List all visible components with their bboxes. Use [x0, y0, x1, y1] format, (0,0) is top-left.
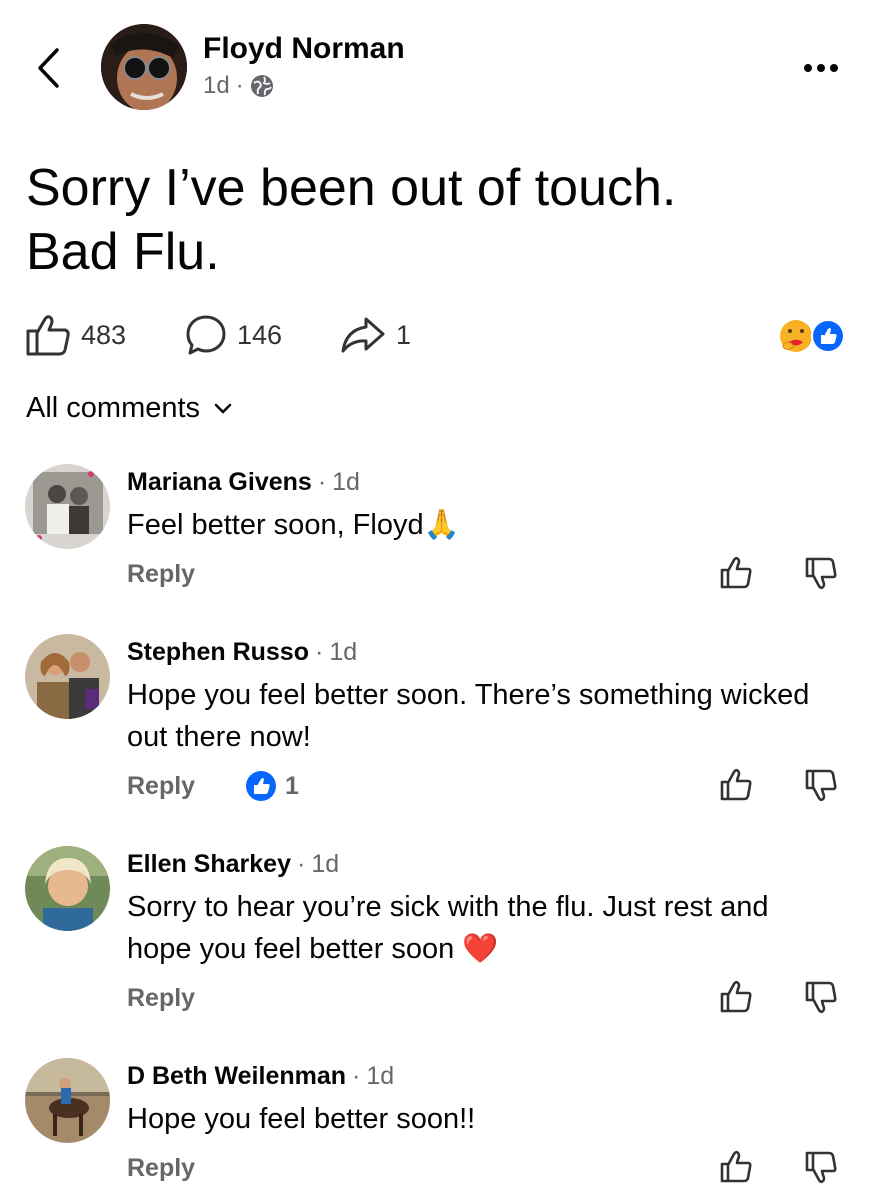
- comment-separator: ·: [296, 850, 306, 878]
- commenter-name[interactable]: Ellen Sharkey: [127, 850, 291, 879]
- avatar[interactable]: [25, 846, 110, 931]
- like-count: 483: [81, 319, 127, 350]
- post-time: 1d: [203, 72, 230, 99]
- comment-button[interactable]: 146: [185, 308, 282, 362]
- post-text-line-2: Bad Flu.: [26, 223, 220, 281]
- comment-separator: ·: [317, 468, 327, 496]
- post-action-bar: 483 146 1: [0, 308, 871, 362]
- speech-bubble-icon: [186, 315, 226, 355]
- comment-text: Hope you feel better soon. There’s somet…: [127, 679, 810, 753]
- author-avatar[interactable]: [101, 24, 187, 110]
- comment-like-count: 1: [285, 771, 299, 800]
- chevron-left-icon: [38, 48, 59, 88]
- commenter-name[interactable]: Mariana Givens: [127, 468, 312, 497]
- reply-button[interactable]: Reply: [127, 560, 195, 589]
- chevron-down-icon: [214, 403, 232, 414]
- praying-hands-emoji: 🙏: [423, 509, 460, 541]
- reply-button[interactable]: Reply: [127, 984, 195, 1013]
- thumbs-down-icon[interactable]: [804, 1150, 838, 1184]
- post-text-line-1: Sorry I’ve been out of touch.: [26, 159, 677, 217]
- commenter-name[interactable]: D Beth Weilenman: [127, 1062, 346, 1091]
- share-arrow-icon: [341, 317, 385, 353]
- thumbs-up-icon[interactable]: [719, 1150, 753, 1184]
- like-reaction-icon: [811, 319, 845, 353]
- thumbs-up-outline-icon: [26, 315, 70, 356]
- post-meta: 1d ·: [203, 72, 274, 100]
- reactions-summary[interactable]: [778, 318, 848, 354]
- comment-reactions[interactable]: 1: [245, 770, 299, 802]
- thumbs-down-icon[interactable]: [804, 980, 838, 1014]
- comment-body: Feel better soon, Floyd: [127, 509, 424, 541]
- more-dots-icon: [804, 64, 812, 72]
- comment-separator: ·: [352, 1062, 361, 1090]
- post-header: Floyd Norman 1d ·: [0, 0, 871, 120]
- thumbs-up-icon[interactable]: [719, 768, 753, 802]
- more-options-button[interactable]: [796, 50, 846, 86]
- comment-time: 1d: [329, 638, 358, 666]
- back-button[interactable]: [28, 42, 68, 94]
- comment-text: Feel better soon, Floyd🙏: [127, 504, 817, 546]
- thumbs-down-icon[interactable]: [804, 556, 838, 590]
- like-reaction-icon: [246, 771, 276, 801]
- care-reaction-icon: [780, 320, 812, 352]
- comments-filter-label: All comments: [26, 392, 201, 424]
- avatar[interactable]: [25, 1058, 110, 1143]
- avatar[interactable]: [25, 634, 110, 719]
- comment-count: 146: [237, 319, 283, 350]
- comment-body: Sorry to hear you’re sick with the flu. …: [127, 891, 769, 965]
- author-name[interactable]: Floyd Norman: [203, 32, 405, 66]
- comment-text: Sorry to hear you’re sick with the flu. …: [127, 886, 817, 970]
- globe-icon[interactable]: [250, 74, 274, 98]
- comment-separator: ·: [314, 638, 324, 666]
- commenter-name[interactable]: Stephen Russo: [127, 638, 309, 667]
- comment-time: 1d: [311, 850, 340, 878]
- comment-time: 1d: [332, 468, 360, 496]
- heart-emoji: ❤️: [462, 933, 499, 965]
- comments-filter-dropdown[interactable]: All comments: [26, 392, 232, 425]
- reply-button[interactable]: Reply: [127, 772, 195, 801]
- post-text: Sorry I’ve been out of touch. Bad Flu.: [26, 156, 846, 284]
- thumbs-down-icon[interactable]: [804, 768, 838, 802]
- comment-text: Hope you feel better soon!!: [127, 1103, 476, 1135]
- share-count: 1: [396, 319, 412, 350]
- thumbs-up-icon[interactable]: [719, 980, 753, 1014]
- thumbs-up-icon[interactable]: [719, 556, 753, 590]
- comment-time: 1d: [366, 1062, 395, 1090]
- like-button[interactable]: 483: [25, 308, 126, 362]
- reply-button[interactable]: Reply: [127, 1154, 195, 1183]
- meta-separator: ·: [235, 72, 244, 99]
- avatar[interactable]: [25, 464, 110, 549]
- share-button[interactable]: 1: [340, 308, 411, 362]
